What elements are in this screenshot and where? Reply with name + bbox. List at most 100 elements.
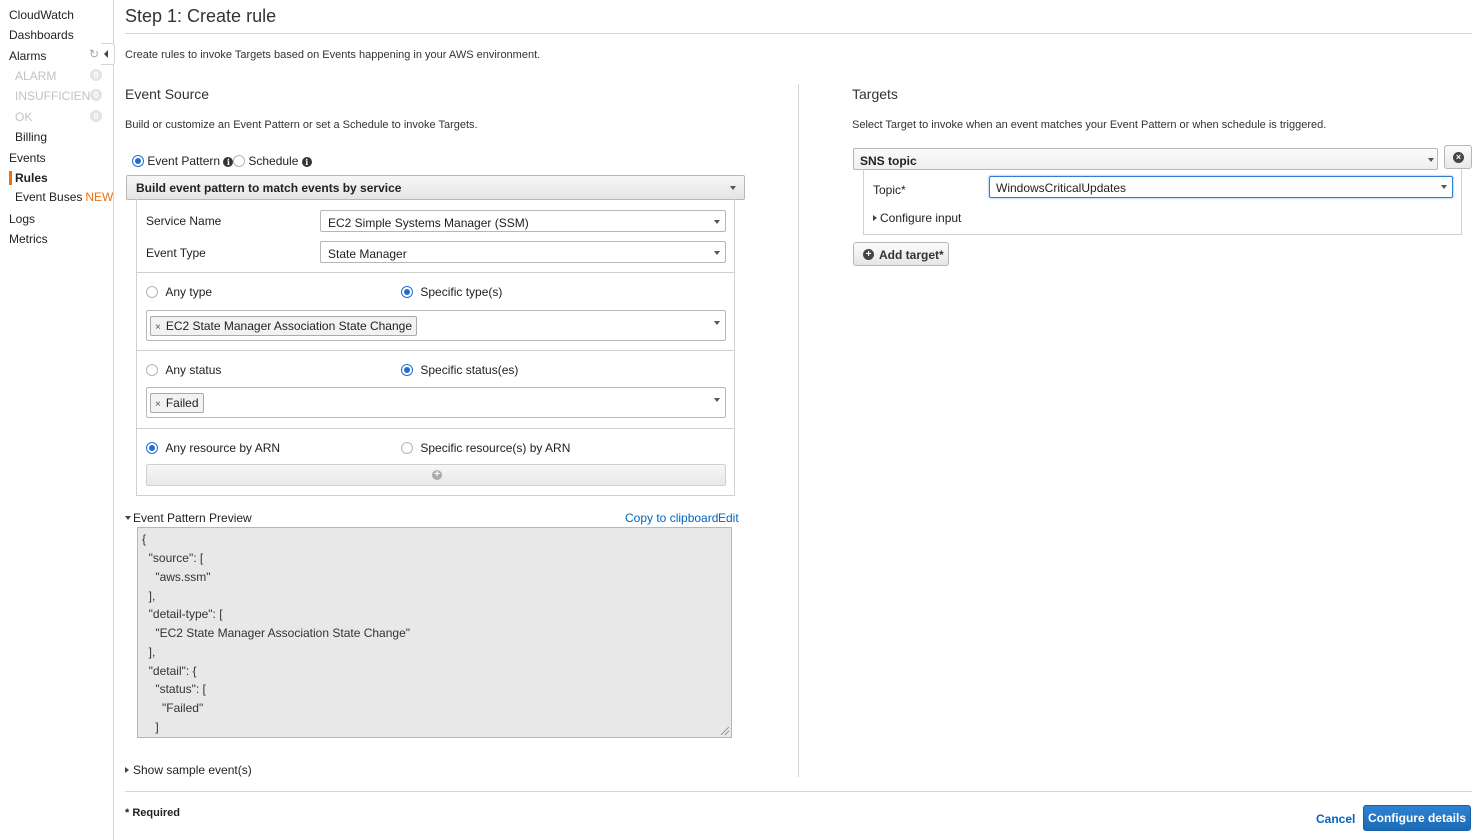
configure-input-label: Configure input	[880, 211, 962, 225]
sidebar-item-alarms[interactable]: Alarms	[9, 49, 46, 63]
info-icon[interactable]: i	[301, 157, 312, 167]
configure-details-button[interactable]: Configure details	[1363, 805, 1471, 831]
any-status-radio[interactable]	[146, 364, 158, 376]
status-chip[interactable]: × Failed	[150, 393, 204, 413]
event-pattern-preview-toggle[interactable]: Event Pattern Preview	[125, 511, 252, 525]
specific-status-label: Specific status(es)	[420, 363, 519, 377]
new-badge: NEW	[85, 190, 114, 204]
active-indicator	[9, 171, 12, 185]
info-icon[interactable]: i	[223, 157, 234, 167]
configure-input-toggle[interactable]: Configure input	[873, 211, 961, 225]
edit-link[interactable]: Edit	[718, 511, 739, 525]
specific-resource-label: Specific resource(s) by ARN	[420, 441, 571, 455]
code-line: ],	[142, 645, 156, 659]
event-source-heading: Event Source	[125, 86, 210, 102]
refresh-icon[interactable]: ↻	[89, 48, 101, 60]
event-type-label: Event Type	[146, 246, 206, 260]
schedule-label: Schedule	[248, 154, 299, 168]
code-line: "Failed"	[142, 701, 204, 715]
title-divider	[125, 33, 1472, 34]
copy-to-clipboard-link[interactable]: Copy to clipboard	[625, 511, 718, 525]
code-line: "source": [	[142, 551, 204, 565]
sidebar-item-dashboards[interactable]: Dashboards	[9, 28, 74, 42]
specific-status-option[interactable]: Specific status(es)	[401, 363, 518, 377]
close-icon: ×	[1453, 152, 1464, 163]
target-type-select[interactable]: SNS topic	[853, 148, 1438, 170]
add-target-label: Add target*	[879, 248, 944, 262]
specific-type-radio[interactable]	[401, 286, 413, 298]
cancel-button[interactable]: Cancel	[1316, 812, 1355, 826]
footer-divider	[125, 791, 1472, 792]
code-line: ],	[142, 589, 156, 603]
specific-status-radio[interactable]	[401, 364, 413, 376]
any-resource-label: Any resource by ARN	[165, 441, 281, 455]
service-name-select[interactable]: EC2 Simple Systems Manager (SSM)	[320, 210, 726, 232]
sidebar-item-event-buses[interactable]: Event Buses NEW	[15, 190, 113, 204]
show-sample-events-toggle[interactable]: Show sample event(s)	[125, 763, 252, 777]
panel-divider	[136, 272, 735, 273]
sidebar: CloudWatch Dashboards Alarms ↻ ALARM 0 I…	[0, 0, 114, 840]
builder-select-label: Build event pattern to match events by s…	[136, 181, 402, 195]
chevron-down-icon	[714, 220, 720, 224]
sidebar-collapse-toggle[interactable]	[101, 43, 115, 65]
ok-count-badge: 0	[90, 110, 102, 122]
any-status-option[interactable]: Any status	[146, 363, 221, 377]
type-chip[interactable]: × EC2 State Manager Association State Cha…	[150, 316, 417, 336]
sidebar-item-insufficient[interactable]: INSUFFICIENT	[15, 89, 98, 103]
caret-right-icon	[873, 215, 877, 221]
specific-type-option[interactable]: Specific type(s)	[401, 285, 502, 299]
preview-toggle-label: Event Pattern Preview	[133, 511, 252, 525]
event-pattern-preview-textarea[interactable]: { "source": [ "aws.ssm" ], "detail-type"…	[137, 527, 732, 738]
event-type-select[interactable]: State Manager	[320, 241, 726, 263]
remove-target-button[interactable]: ×	[1444, 145, 1472, 169]
sidebar-item-logs[interactable]: Logs	[9, 212, 35, 226]
chevron-down-icon	[1441, 185, 1447, 189]
code-line: ]	[142, 720, 159, 734]
code-line: "detail-type": [	[142, 607, 223, 621]
code-line: "aws.ssm"	[142, 570, 211, 584]
event-source-description: Build or customize an Event Pattern or s…	[125, 119, 478, 131]
event-pattern-option[interactable]: Event Pattern i	[132, 154, 234, 168]
panel-divider	[136, 350, 735, 351]
specific-resource-option[interactable]: Specific resource(s) by ARN	[401, 441, 570, 455]
sidebar-item-events[interactable]: Events	[9, 151, 46, 165]
column-divider	[798, 84, 799, 777]
service-name-value: EC2 Simple Systems Manager (SSM)	[328, 216, 529, 230]
any-type-label: Any type	[165, 285, 213, 299]
resize-handle[interactable]	[721, 727, 729, 735]
any-resource-option[interactable]: Any resource by ARN	[146, 441, 280, 455]
add-target-button[interactable]: + Add target*	[853, 242, 949, 266]
sidebar-item-cloudwatch[interactable]: CloudWatch	[9, 8, 74, 22]
caret-right-icon	[125, 767, 129, 773]
event-pattern-label: Event Pattern	[147, 154, 221, 168]
sidebar-item-rules[interactable]: Rules	[15, 171, 48, 185]
chevron-down-icon	[714, 321, 720, 325]
type-chip-label: EC2 State Manager Association State Chan…	[165, 319, 412, 333]
insufficient-count-badge: 0	[90, 89, 102, 101]
add-resource-button[interactable]: +	[146, 464, 726, 486]
remove-chip-icon[interactable]: ×	[155, 322, 161, 333]
schedule-option[interactable]: Schedule i	[233, 154, 312, 168]
specific-resource-radio[interactable]	[401, 442, 413, 454]
topic-label: Topic*	[873, 183, 906, 197]
sidebar-item-alarm[interactable]: ALARM	[15, 69, 56, 83]
topic-select[interactable]: WindowsCriticalUpdates	[989, 176, 1453, 198]
caret-down-icon	[125, 516, 131, 520]
sidebar-item-ok[interactable]: OK	[15, 110, 32, 124]
status-multiselect[interactable]	[146, 387, 726, 418]
event-pattern-radio[interactable]	[132, 155, 144, 167]
remove-chip-icon[interactable]: ×	[155, 399, 161, 410]
required-note: * Required	[125, 807, 181, 819]
plus-icon: +	[432, 470, 442, 480]
any-type-option[interactable]: Any type	[146, 285, 212, 299]
event-pattern-builder-select[interactable]: Build event pattern to match events by s…	[126, 175, 745, 200]
sidebar-item-billing[interactable]: Billing	[15, 130, 47, 144]
any-type-radio[interactable]	[146, 286, 158, 298]
target-type-value: SNS topic	[860, 154, 917, 168]
alarm-count-badge: 0	[90, 69, 102, 81]
chevron-down-icon	[714, 398, 720, 402]
any-resource-radio[interactable]	[146, 442, 158, 454]
sidebar-item-metrics[interactable]: Metrics	[9, 232, 48, 246]
status-chip-label: Failed	[165, 396, 199, 410]
schedule-radio[interactable]	[233, 155, 245, 167]
